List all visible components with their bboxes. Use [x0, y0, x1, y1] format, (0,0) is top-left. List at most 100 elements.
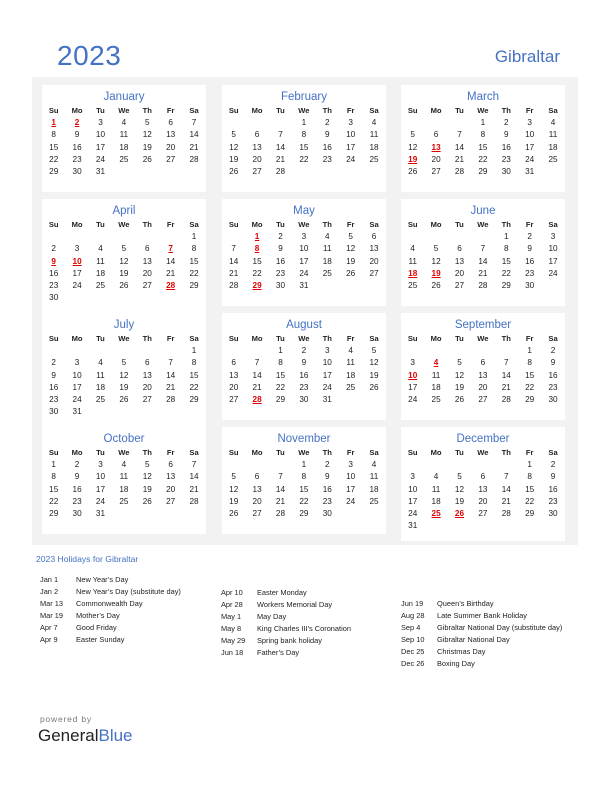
day: 6 [254, 472, 260, 482]
weekday-label: Th [322, 106, 332, 115]
weekday-label: We [298, 334, 310, 343]
day: 7 [191, 118, 197, 128]
empty-day [541, 280, 564, 292]
day: 11 [96, 370, 105, 380]
day: 19 [346, 256, 356, 266]
day: 9 [324, 472, 330, 482]
day: 8 [527, 358, 532, 368]
day: 28 [275, 166, 286, 176]
weekday-header: Su Mo Tu We Th Fr Sa [401, 447, 565, 459]
empty-day [495, 520, 518, 532]
weekday-label: Su [48, 106, 59, 115]
holiday-name: Boxing Day [437, 659, 475, 669]
day: 31 [408, 521, 418, 531]
weekday-label: Sa [548, 334, 558, 343]
holiday-item: Dec 25 Christmas Day [401, 646, 562, 658]
day: 21 [454, 154, 465, 164]
day: 14 [501, 484, 511, 494]
empty-day [65, 292, 88, 304]
weekday-label: Su [407, 448, 418, 457]
day: 22 [252, 268, 262, 278]
day: 24 [408, 394, 418, 404]
holiday-name: Christmas Day [437, 647, 486, 657]
month-april: April Su Mo Tu We Th Fr Sa 1 2 3 4 5 6 7 8 9 10 11 12 13 14 15… [42, 199, 206, 313]
day: 26 [229, 508, 239, 518]
day: 15 [275, 370, 286, 380]
weekday-label: We [477, 220, 489, 229]
holiday-date: Jun 18 [221, 648, 244, 658]
week-row: 5 6 7 8 9 10 11 [222, 471, 386, 483]
day: 29 [189, 280, 199, 290]
weekday-label: We [118, 220, 130, 229]
day: 18 [95, 382, 106, 392]
empty-day [112, 406, 135, 418]
day: 4 [324, 232, 330, 242]
day: 2 [278, 232, 283, 242]
empty-day [424, 117, 447, 129]
weekday-label: We [477, 334, 489, 343]
day: 9 [550, 358, 556, 368]
empty-day [136, 231, 159, 243]
empty-day [182, 508, 205, 520]
weekday-label: We [118, 334, 130, 343]
day: 15 [501, 256, 511, 266]
empty-day [471, 459, 494, 471]
day: 8 [301, 472, 307, 482]
empty-day [339, 166, 362, 178]
day: 13 [142, 370, 152, 380]
day: 23 [548, 382, 558, 392]
day: 25 [408, 280, 418, 290]
weekday-label: Fr [525, 106, 534, 115]
day: 6 [144, 358, 150, 368]
day: 25 [95, 394, 106, 404]
holiday-name: Easter Sunday [76, 635, 125, 645]
holiday-name: Commonwealth Day [76, 599, 143, 609]
empty-day [42, 345, 65, 357]
weekday-label: Mo [430, 448, 442, 457]
empty-day [222, 459, 245, 471]
empty-day [362, 394, 385, 406]
holiday-name: New Year’s Day [76, 575, 129, 584]
month-may: May Su Mo Tu We Th Fr Sa 1 2 3 4 5 6 7 8 9 10 11 12 13 14 15 16… [222, 199, 386, 306]
holiday-item: Sep 10 Gibraltar National Day [401, 634, 562, 646]
day: 30 [299, 394, 309, 404]
holiday-column: Jan 1 New Year’s Day Jan 2 New Year’s Day (… [40, 574, 181, 647]
day: 4 [371, 460, 377, 470]
day: 8 [480, 130, 486, 140]
day: 19 [369, 370, 379, 380]
empty-day [89, 292, 112, 304]
holiday-item: Sep 4 Gibraltar National Day (substitute … [401, 622, 562, 634]
day: 3 [348, 460, 353, 470]
day: 21 [275, 496, 286, 506]
day: 17 [299, 256, 309, 266]
day: 13 [478, 484, 488, 494]
holiday-date: Aug 28 [401, 611, 425, 621]
weekday-label: Sa [548, 448, 558, 457]
week-row: 1 [42, 345, 206, 357]
day: 1 [51, 460, 56, 470]
day: 24 [346, 496, 356, 506]
weekday-header: Su Mo Tu We Th Fr Sa [42, 333, 206, 345]
empty-day [245, 459, 268, 471]
day: 7 [231, 244, 236, 254]
empty-day [316, 280, 339, 292]
day: 27 [142, 280, 152, 290]
weekday-label: Th [501, 448, 511, 457]
day: 25 [95, 280, 106, 290]
day: 16 [322, 484, 332, 494]
day: 25 [548, 154, 558, 164]
day: 12 [229, 484, 239, 494]
week-row: 22 23 24 25 26 27 28 [42, 154, 206, 166]
weekday-label: We [298, 448, 310, 457]
day: 17 [72, 268, 82, 278]
holiday-day: 19 [431, 268, 441, 278]
day: 16 [548, 370, 558, 380]
day: 30 [501, 166, 511, 176]
weekday-label: Fr [166, 334, 175, 343]
holiday-item: May 29 Spring bank holiday [221, 635, 351, 647]
weekday-label: We [477, 448, 489, 457]
month-title: March [467, 91, 499, 103]
empty-day [362, 166, 385, 178]
holiday-item: Mar 13 Commonwealth Day [40, 598, 181, 610]
month-title: August [286, 319, 322, 331]
